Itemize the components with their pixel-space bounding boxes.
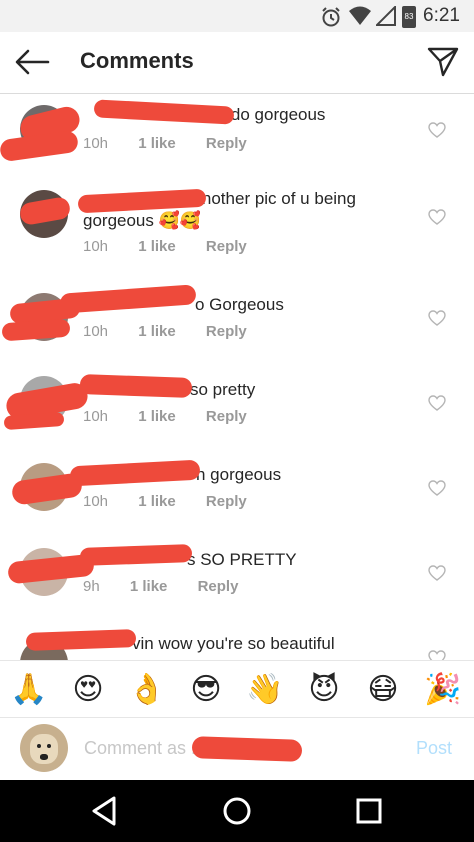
comment-likes[interactable]: 1 like	[138, 135, 176, 152]
comment-likes[interactable]: 1 like	[138, 493, 176, 510]
reply-button[interactable]: Reply	[206, 493, 247, 510]
comment-meta: 10h 1 like Reply	[83, 323, 273, 340]
redaction-mark	[7, 553, 95, 585]
emoji-button[interactable]: 😈	[305, 671, 343, 709]
nav-back-icon[interactable]	[88, 794, 122, 828]
emoji-button[interactable]: 👌	[128, 671, 166, 709]
emoji-button[interactable]: 😍	[69, 671, 107, 709]
like-heart-icon[interactable]	[428, 480, 446, 496]
like-heart-icon[interactable]	[428, 650, 446, 660]
header: Comments	[0, 32, 474, 94]
comment-meta: 10h 1 like Reply	[83, 493, 273, 510]
comment-text: h gorgeous	[196, 465, 282, 484]
emoji-button[interactable]: 👋	[246, 671, 284, 709]
comment-time: 10h	[83, 135, 109, 152]
redaction-mark	[1, 318, 71, 342]
nav-home-icon[interactable]	[220, 794, 254, 828]
back-arrow-icon[interactable]	[12, 44, 52, 80]
comment-time: 10h	[83, 493, 109, 510]
battery-icon: 83	[402, 6, 416, 28]
emoji-button[interactable]: 😷	[364, 671, 402, 709]
comment-text: so pretty	[190, 380, 256, 399]
comment-likes[interactable]: 1 like	[138, 408, 176, 425]
reply-button[interactable]: Reply	[206, 135, 247, 152]
comments-list[interactable]: ando gorgeous 10h 1 like Reply f another…	[0, 95, 474, 660]
comment-meta: 10h 1 like Reply	[83, 408, 273, 425]
redaction-mark	[191, 736, 303, 762]
comment-likes[interactable]: 1 like	[130, 578, 168, 595]
battery-level: 83	[404, 12, 414, 21]
comment-time: 10h	[83, 323, 109, 340]
redaction-mark	[79, 544, 193, 566]
comment-text: ando gorgeous	[212, 105, 326, 124]
comment-meta: 10h 1 like Reply	[83, 238, 273, 255]
wifi-icon	[349, 6, 371, 25]
page-title: Comments	[80, 48, 194, 73]
avatar	[20, 724, 68, 772]
comment-text: vin wow you're so beautiful	[132, 634, 335, 653]
emoji-quick-bar: 🙏 😍 👌 😎 👋 😈 😷 🎉	[0, 660, 474, 718]
redaction-mark	[59, 284, 197, 314]
comment-text: s SO PRETTY	[187, 550, 297, 569]
alarm-icon	[322, 7, 340, 27]
signal-icon	[376, 6, 396, 26]
redaction-mark	[0, 129, 80, 163]
comment-time: 10h	[83, 408, 109, 425]
post-button[interactable]: Post	[416, 738, 452, 759]
status-bar: 83 6:21	[0, 0, 474, 32]
comment-likes[interactable]: 1 like	[138, 238, 176, 255]
like-heart-icon[interactable]	[428, 565, 446, 581]
comment-composer: Post	[0, 718, 474, 780]
reply-button[interactable]: Reply	[206, 323, 247, 340]
like-heart-icon[interactable]	[428, 209, 446, 225]
like-heart-icon[interactable]	[428, 122, 446, 138]
like-heart-icon[interactable]	[428, 395, 446, 411]
redaction-mark	[3, 411, 65, 431]
nav-recents-icon[interactable]	[352, 794, 386, 828]
comment-meta: 9h 1 like Reply	[83, 578, 264, 595]
system-nav-bar	[0, 780, 474, 842]
reply-button[interactable]: Reply	[206, 238, 247, 255]
emoji-button[interactable]: 🙏	[10, 671, 48, 709]
comment-likes[interactable]: 1 like	[138, 323, 176, 340]
redaction-mark	[79, 374, 193, 398]
comment-meta: 10h 1 like Reply	[83, 135, 273, 152]
like-heart-icon[interactable]	[428, 310, 446, 326]
send-direct-icon[interactable]	[426, 44, 460, 78]
emoji-button[interactable]: 🎉	[424, 671, 462, 709]
redaction-mark	[25, 629, 137, 651]
comment-text: o Gorgeous	[195, 295, 284, 314]
status-time: 6:21	[423, 5, 460, 26]
reply-button[interactable]: Reply	[198, 578, 239, 595]
redaction-mark	[69, 459, 201, 487]
emoji-button[interactable]: 😎	[187, 671, 225, 709]
comment-time: 9h	[83, 578, 100, 595]
comment-time: 10h	[83, 238, 109, 255]
reply-button[interactable]: Reply	[206, 408, 247, 425]
